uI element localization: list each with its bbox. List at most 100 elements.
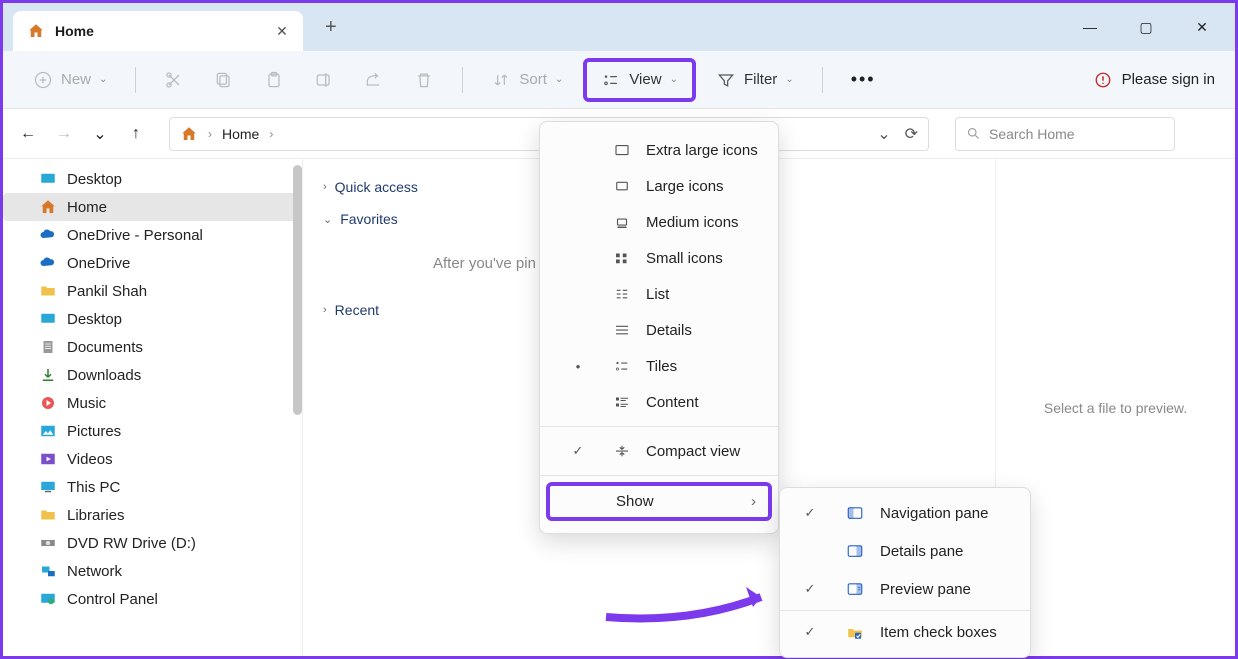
sidebar-item-this-pc[interactable]: This PC <box>3 473 302 501</box>
details-icon <box>612 321 632 339</box>
tab-title: Home <box>55 23 265 39</box>
extra-large-icons-icon <box>612 141 632 159</box>
refresh-button[interactable]: ⟳ <box>905 124 918 144</box>
menu-item-tiles[interactable]: •Tiles <box>540 348 778 384</box>
control-panel-icon <box>39 590 57 608</box>
sidebar-item-libraries[interactable]: Libraries <box>3 501 302 529</box>
clipboard-icon <box>264 70 284 90</box>
titlebar: Home ✕ + — ▢ ✕ <box>3 3 1235 51</box>
menu-item-details[interactable]: Details <box>540 312 778 348</box>
menu-item-medium-icons[interactable]: Medium icons <box>540 204 778 240</box>
sidebar-item-videos[interactable]: Videos <box>3 445 302 473</box>
back-button[interactable]: ← <box>17 123 39 145</box>
sidebar-item-home[interactable]: Home <box>3 193 302 221</box>
menu-separator <box>540 475 778 476</box>
breadcrumb-home[interactable]: Home <box>222 126 259 142</box>
signin-button[interactable]: Please sign in <box>1094 71 1215 89</box>
maximize-button[interactable]: ▢ <box>1137 19 1155 36</box>
delete-button[interactable] <box>404 64 444 96</box>
cloud-icon <box>39 226 57 244</box>
music-icon <box>39 394 57 412</box>
divider <box>135 67 136 93</box>
sidebar-item-documents[interactable]: Documents <box>3 333 302 361</box>
checkbox-icon <box>844 623 866 641</box>
sidebar-item-desktop2[interactable]: Desktop <box>3 305 302 333</box>
address-dropdown-button[interactable]: ⌄ <box>877 124 890 144</box>
close-button[interactable]: ✕ <box>1193 19 1211 36</box>
sidebar-item-network[interactable]: Network <box>3 557 302 585</box>
annotation-arrow <box>601 569 791 629</box>
view-button-highlight: View ⌄ <box>583 58 696 102</box>
trash-icon <box>414 70 434 90</box>
sidebar-item-pictures[interactable]: Pictures <box>3 417 302 445</box>
sidebar-item-onedrive[interactable]: OneDrive <box>3 249 302 277</box>
copy-button[interactable] <box>204 64 244 96</box>
libraries-icon <box>39 506 57 524</box>
sidebar-item-dvd-drive[interactable]: DVD RW Drive (D:) <box>3 529 302 557</box>
search-input[interactable]: Search Home <box>955 117 1175 151</box>
tiles-icon <box>612 357 632 375</box>
scrollbar[interactable] <box>293 165 302 415</box>
new-button[interactable]: New ⌄ <box>23 64 117 96</box>
menu-item-content[interactable]: Content <box>540 384 778 420</box>
check-icon: ✓ <box>790 505 830 521</box>
menu-item-show[interactable]: Show › <box>550 486 768 517</box>
home-icon <box>27 22 45 40</box>
up-button[interactable]: ↑ <box>125 123 147 145</box>
menu-separator <box>780 610 1030 611</box>
share-button[interactable] <box>354 64 394 96</box>
new-tab-button[interactable]: + <box>325 16 337 39</box>
view-button[interactable]: View ⌄ <box>591 64 688 96</box>
sidebar-item-downloads[interactable]: Downloads <box>3 361 302 389</box>
menu-item-compact-view[interactable]: ✓Compact view <box>540 433 778 469</box>
share-icon <box>364 70 384 90</box>
rename-button[interactable] <box>304 64 344 96</box>
menu-item-item-check-boxes[interactable]: ✓Item check boxes <box>780 613 1030 651</box>
menu-item-preview-pane[interactable]: ✓Preview pane <box>780 570 1030 608</box>
disc-icon <box>39 534 57 552</box>
filter-button[interactable]: Filter ⌄ <box>706 64 804 96</box>
menu-item-list[interactable]: List <box>540 276 778 312</box>
alert-icon <box>1094 71 1112 89</box>
search-icon <box>966 126 981 141</box>
divider <box>462 67 463 93</box>
show-submenu: ✓Navigation pane Details pane ✓Preview p… <box>779 487 1031 658</box>
tab-close-button[interactable]: ✕ <box>275 23 289 40</box>
chevron-down-icon: ⌄ <box>555 74 563 85</box>
check-icon: ✓ <box>558 443 598 459</box>
preview-pane-icon <box>844 580 866 598</box>
more-button[interactable]: ••• <box>841 63 886 96</box>
folder-icon <box>39 282 57 300</box>
menu-item-extra-large-icons[interactable]: Extra large icons <box>540 132 778 168</box>
sort-button[interactable]: Sort ⌄ <box>481 64 573 96</box>
forward-button[interactable]: → <box>53 123 75 145</box>
sidebar-item-user-folder[interactable]: Pankil Shah <box>3 277 302 305</box>
cut-button[interactable] <box>154 64 194 96</box>
navigation-pane: Desktop Home OneDrive - Personal OneDriv… <box>3 159 303 656</box>
paste-button[interactable] <box>254 64 294 96</box>
network-icon <box>39 562 57 580</box>
minimize-button[interactable]: — <box>1081 19 1099 36</box>
sidebar-item-music[interactable]: Music <box>3 389 302 417</box>
sidebar-item-onedrive-personal[interactable]: OneDrive - Personal <box>3 221 302 249</box>
sidebar-item-desktop[interactable]: Desktop <box>3 165 302 193</box>
nav-pane-icon <box>844 504 866 522</box>
download-icon <box>39 366 57 384</box>
check-icon: ✓ <box>790 624 830 640</box>
check-icon: ✓ <box>790 581 830 597</box>
toolbar: New ⌄ Sort ⌄ View ⌄ Filter ⌄ ••• Please … <box>3 51 1235 109</box>
recent-locations-button[interactable]: ⌄ <box>89 123 111 145</box>
menu-item-navigation-pane[interactable]: ✓Navigation pane <box>780 494 1030 532</box>
plus-circle-icon <box>33 70 53 90</box>
menu-item-details-pane[interactable]: Details pane <box>780 532 1030 570</box>
preview-pane: Select a file to preview. <box>995 159 1235 656</box>
more-icon: ••• <box>851 69 876 90</box>
menu-item-large-icons[interactable]: Large icons <box>540 168 778 204</box>
menu-item-small-icons[interactable]: Small icons <box>540 240 778 276</box>
chevron-down-icon: ⌄ <box>670 74 678 85</box>
content-icon <box>612 393 632 411</box>
tab-home[interactable]: Home ✕ <box>13 11 303 51</box>
medium-icons-icon <box>612 213 632 231</box>
sidebar-item-control-panel[interactable]: Control Panel <box>3 585 302 613</box>
window-controls: — ▢ ✕ <box>1081 19 1211 36</box>
